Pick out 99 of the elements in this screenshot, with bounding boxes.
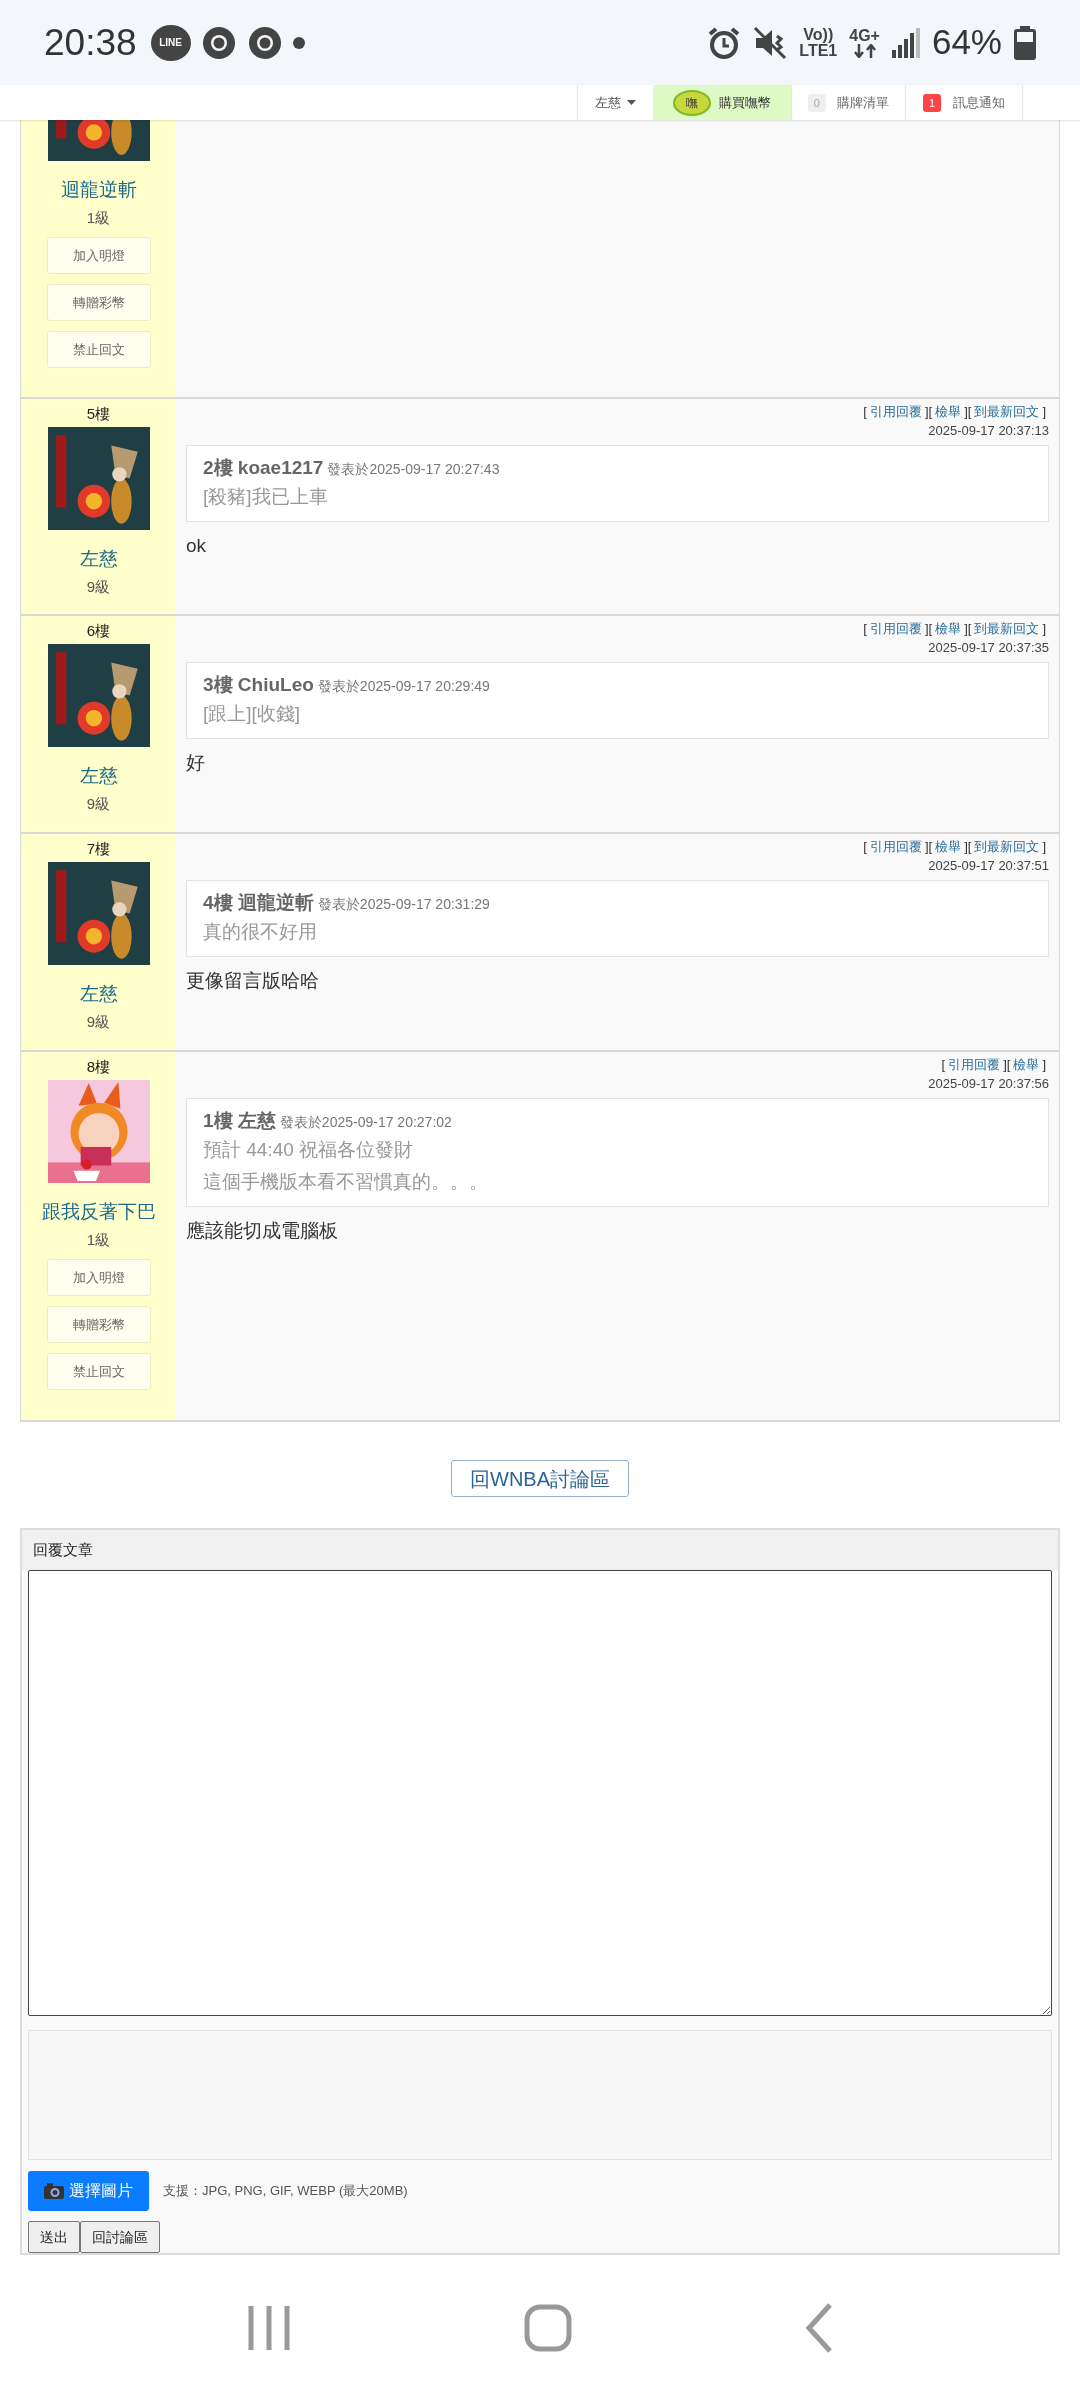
- mute-icon: [753, 25, 788, 60]
- post-body: 更像留言版哈哈: [186, 969, 319, 991]
- card-list-label: 購牌清單: [836, 93, 889, 112]
- alarm-icon: [707, 25, 742, 60]
- author-link[interactable]: 左慈: [79, 982, 118, 1006]
- floor-number: 6樓: [86, 622, 111, 640]
- user-action-button[interactable]: 轉贈彩幣: [46, 1306, 151, 1343]
- link-bracket: ][: [963, 403, 973, 421]
- back-icon[interactable]: [805, 2302, 834, 2353]
- floor-number: 7樓: [86, 840, 111, 858]
- count-badge: 1: [922, 93, 941, 112]
- user-action-button[interactable]: 加入明燈: [46, 237, 151, 274]
- reply-form-title: 回覆文章: [33, 1539, 93, 1560]
- user-level: 1級: [86, 1231, 111, 1249]
- user-level: 9級: [86, 795, 111, 813]
- chat-app-icon: LINE: [150, 24, 191, 61]
- quote-time: 發表於2025-09-17 20:29:49: [317, 677, 490, 696]
- author-link[interactable]: 左慈: [79, 764, 118, 788]
- buy-coins-label: 購買嘸幣: [718, 93, 771, 112]
- buy-coins-link[interactable]: 嘸 購買嘸幣: [652, 85, 791, 120]
- home-icon[interactable]: [524, 2303, 572, 2352]
- coin-icon: 嘸: [672, 89, 711, 116]
- quote-text: 預計 44:40 祝福各位發財: [203, 1137, 415, 1162]
- user-action-button[interactable]: 禁止回文: [46, 331, 151, 368]
- battery-icon: [1014, 25, 1036, 60]
- link-bracket: ][: [923, 403, 934, 421]
- post-action-link[interactable]: 檢舉: [935, 838, 962, 856]
- link-bracket: ]: [1041, 838, 1047, 856]
- data-arrows-icon: [852, 43, 877, 58]
- link-bracket: ]: [1041, 403, 1047, 421]
- author-link[interactable]: 左慈: [79, 547, 118, 571]
- quote-text: [跟上][收錢]: [203, 701, 302, 726]
- post-action-link[interactable]: 檢舉: [1013, 1056, 1040, 1074]
- link-bracket: [: [940, 1056, 947, 1074]
- user-action-button[interactable]: 加入明燈: [46, 1259, 151, 1296]
- floor-number: 5樓: [86, 405, 111, 423]
- dot-icon: [292, 36, 305, 49]
- back-to-forum-button[interactable]: 回WNBA討論區: [451, 1460, 629, 1497]
- user-action-button[interactable]: 轉贈彩幣: [46, 284, 151, 321]
- post-action-link[interactable]: 檢舉: [935, 403, 962, 421]
- post-time: 2025-09-17 20:37:51: [928, 857, 1049, 875]
- post-action-link[interactable]: 到最新回文: [974, 838, 1040, 856]
- user-level: 9級: [86, 1013, 111, 1031]
- link-bracket: ]: [1041, 620, 1047, 638]
- user-level: 9級: [86, 578, 111, 596]
- form-button[interactable]: 送出: [28, 2221, 80, 2253]
- post-body: ok: [186, 534, 207, 556]
- signal-icon: [891, 27, 920, 58]
- quote-author: 1樓 左慈: [203, 1109, 276, 1133]
- link-bracket: ][: [1002, 1056, 1012, 1074]
- quote-time: 發表於2025-09-17 20:27:43: [327, 460, 500, 479]
- volte-label: Vo)): [803, 26, 834, 43]
- post-time: 2025-09-17 20:37:56: [928, 1075, 1049, 1093]
- link-bracket: ][: [963, 838, 973, 856]
- battery-percent: 64%: [931, 21, 1002, 64]
- link-bracket: [: [862, 403, 868, 421]
- post-action-link[interactable]: 到最新回文: [974, 403, 1040, 421]
- user-level: 1級: [86, 209, 111, 227]
- upload-hint: 支援：JPG, PNG, GIF, WEBP (最大20MB): [163, 2182, 408, 2201]
- form-button[interactable]: 回討論區: [80, 2221, 160, 2253]
- post-body: 好: [186, 751, 205, 773]
- camera-icon: [44, 2183, 64, 2199]
- post-action-link[interactable]: 引用回覆: [869, 838, 922, 856]
- quote-author: 2樓 koae1217: [203, 456, 324, 480]
- quote-author: 4樓 迴龍逆斬: [203, 891, 314, 915]
- post-body: 應該能切成電腦板: [186, 1219, 338, 1241]
- choose-image-button[interactable]: 選擇圖片: [28, 2171, 149, 2211]
- network-label: 4G+: [849, 27, 880, 44]
- post-action-link[interactable]: 到最新回文: [974, 620, 1040, 638]
- quote-text: [殺豬]我已上車: [203, 484, 329, 509]
- browser-icon: [200, 24, 237, 61]
- link-bracket: ][: [923, 838, 934, 856]
- quote-author: 3樓 ChiuLeo: [203, 673, 314, 697]
- clock: 20:38: [44, 20, 137, 65]
- post-time: 2025-09-17 20:37:35: [928, 639, 1049, 657]
- browser-icon: [246, 24, 283, 61]
- quote-text: 這個手機版本看不習慣真的。。。: [203, 1169, 489, 1194]
- post-action-link[interactable]: 引用回覆: [869, 403, 922, 421]
- recent-apps-icon[interactable]: [246, 2303, 291, 2352]
- floor-number: 8樓: [86, 1058, 111, 1076]
- author-link[interactable]: 跟我反著下巴: [41, 1200, 156, 1224]
- lte-label: LTE1: [799, 42, 838, 59]
- user-action-button[interactable]: 禁止回文: [46, 1353, 151, 1390]
- messages-label: 訊息通知: [953, 93, 1005, 112]
- post-action-link[interactable]: 檢舉: [935, 620, 962, 638]
- link-bracket: [: [862, 838, 868, 856]
- author-link[interactable]: 迴龍逆斬: [60, 178, 137, 202]
- link-bracket: ][: [923, 620, 934, 638]
- caret-icon: [626, 100, 636, 105]
- post-action-link[interactable]: 引用回覆: [869, 620, 922, 638]
- quote-time: 發表於2025-09-17 20:27:02: [279, 1113, 452, 1132]
- link-bracket: ]: [1041, 1056, 1047, 1074]
- quote-time: 發表於2025-09-17 20:31:29: [317, 895, 490, 914]
- post-action-link[interactable]: 引用回覆: [948, 1056, 1001, 1074]
- link-bracket: ][: [963, 620, 973, 638]
- quote-text: 真的很不好用: [203, 919, 318, 944]
- post-time: 2025-09-17 20:37:13: [928, 422, 1049, 440]
- link-bracket: [: [862, 620, 868, 638]
- count-badge: 0: [807, 93, 826, 112]
